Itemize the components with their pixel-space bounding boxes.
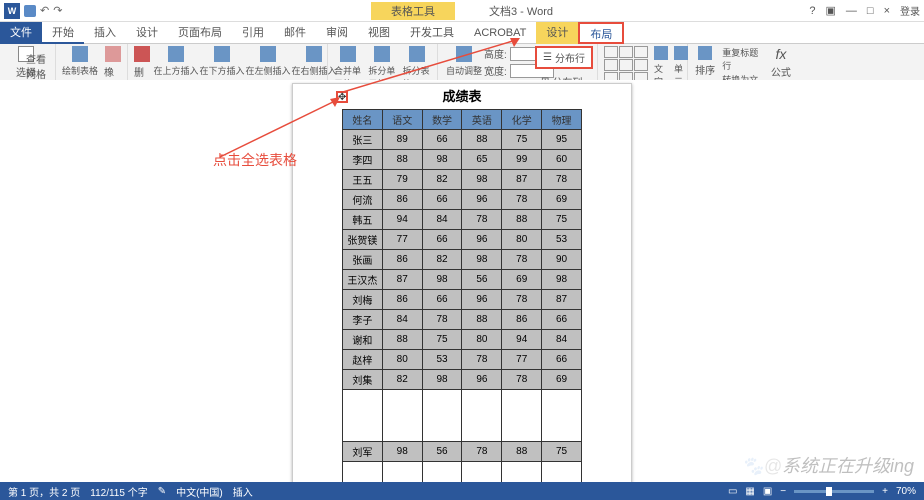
table-header[interactable]: 化学 [502,110,542,130]
menu-设计[interactable]: 设计 [126,22,168,44]
width-label: 宽度: [484,63,507,78]
status-lang-icon: ✎ [158,486,166,497]
status-lang[interactable]: 中文(中国) [176,484,223,499]
table-row[interactable]: 张贺镁7766968053 [343,230,582,250]
table-row[interactable]: 刘军9856788875 [343,442,582,462]
table-header[interactable]: 姓名 [343,110,383,130]
table-row[interactable]: 李子8478888666 [343,310,582,330]
table-row[interactable]: 刘梅8666967887 [343,290,582,310]
watermark: 🐾@系统正在升级ing [741,452,914,478]
menu-审阅[interactable]: 审阅 [316,22,358,44]
menu-file[interactable]: 文件 [0,22,42,44]
table-row[interactable]: 何流8666967869 [343,190,582,210]
table-row[interactable]: 王五7982988778 [343,170,582,190]
repeat-header-button[interactable]: 重复标题行 [722,46,764,72]
table-select-handle[interactable]: ✥ [336,91,348,103]
menu-开发工具[interactable]: 开发工具 [400,22,464,44]
menu-引用[interactable]: 引用 [232,22,274,44]
view-print-icon[interactable]: ▦ [745,486,754,497]
close-icon[interactable]: × [884,5,890,17]
annotation-text: 点击全选表格 [213,150,297,170]
document-area: 成绩表 姓名语文数学英语化学物理张三8966887595李四8898659960… [0,80,924,482]
height-label: 高度: [484,46,507,61]
status-page[interactable]: 第 1 页，共 2 页 [8,484,80,499]
table-row-empty[interactable] [343,462,582,483]
score-table[interactable]: 姓名语文数学英语化学物理张三8966887595李四8898659960王五79… [342,109,582,482]
page: 成绩表 姓名语文数学英语化学物理张三8966887595李四8898659960… [292,83,632,482]
status-words[interactable]: 112/115 个字 [90,484,147,499]
alignment-grid[interactable] [604,46,648,84]
menu-视图[interactable]: 视图 [358,22,400,44]
table-row[interactable]: 韩五9484788875 [343,210,582,230]
table-row[interactable]: 张画8682987890 [343,250,582,270]
insert-above-button[interactable]: 在上方插入 [156,46,196,77]
table-row[interactable]: 赵梓8053787766 [343,350,582,370]
table-header[interactable]: 数学 [422,110,462,130]
redo-icon[interactable]: ↷ [53,4,62,17]
help-icon[interactable]: ? [809,5,815,17]
table-row[interactable]: 刘集8298967869 [343,370,582,390]
ribbon-options-icon[interactable]: ▣ [826,4,836,17]
autofit-button[interactable]: 自动调整 [444,46,484,77]
insert-below-button[interactable]: 在下方插入 [202,46,242,77]
zoom-out-icon[interactable]: − [780,486,786,497]
zoom-in-icon[interactable]: + [882,486,888,497]
status-mode[interactable]: 插入 [233,484,253,499]
menu-布局[interactable]: 布局 [578,22,624,44]
zoom-slider[interactable] [794,490,874,493]
table-header[interactable]: 物理 [542,110,582,130]
save-icon[interactable] [24,5,36,17]
table-row[interactable]: 谢和8875809484 [343,330,582,350]
table-row[interactable]: 王汉杰8798566998 [343,270,582,290]
view-read-icon[interactable]: ▭ [728,486,737,497]
minimize-icon[interactable]: — [846,5,857,17]
distribute-rows-button[interactable]: ☰分布行 [535,46,593,69]
draw-table-button[interactable]: 绘制表格 [62,46,98,77]
restore-icon[interactable]: □ [867,5,874,17]
menu-页面布局[interactable]: 页面布局 [168,22,232,44]
dist-rows-icon: ☰ [543,52,552,63]
menu-邮件[interactable]: 邮件 [274,22,316,44]
insert-left-button[interactable]: 在左侧插入 [248,46,288,77]
menu-插入[interactable]: 插入 [84,22,126,44]
sort-button[interactable]: 排序 [694,46,716,77]
menu-开始[interactable]: 开始 [42,22,84,44]
menu-ACROBAT[interactable]: ACROBAT [464,22,536,44]
table-row[interactable]: 李四8898659960 [343,150,582,170]
document-name: 文档3 - Word [459,3,553,19]
table-tools-label: 表格工具 [371,2,455,20]
zoom-level[interactable]: 70% [896,486,916,497]
formula-button[interactable]: fx公式 [770,46,792,79]
table-row-empty[interactable] [343,390,582,442]
menu-设计[interactable]: 设计 [536,22,578,44]
table-header[interactable]: 语文 [382,110,422,130]
view-web-icon[interactable]: ▣ [763,486,772,497]
table-row[interactable]: 张三8966887595 [343,130,582,150]
word-icon: W [4,3,20,19]
undo-icon[interactable]: ↶ [40,4,49,17]
table-header[interactable]: 英语 [462,110,502,130]
login-link[interactable]: 登录 [900,3,920,18]
